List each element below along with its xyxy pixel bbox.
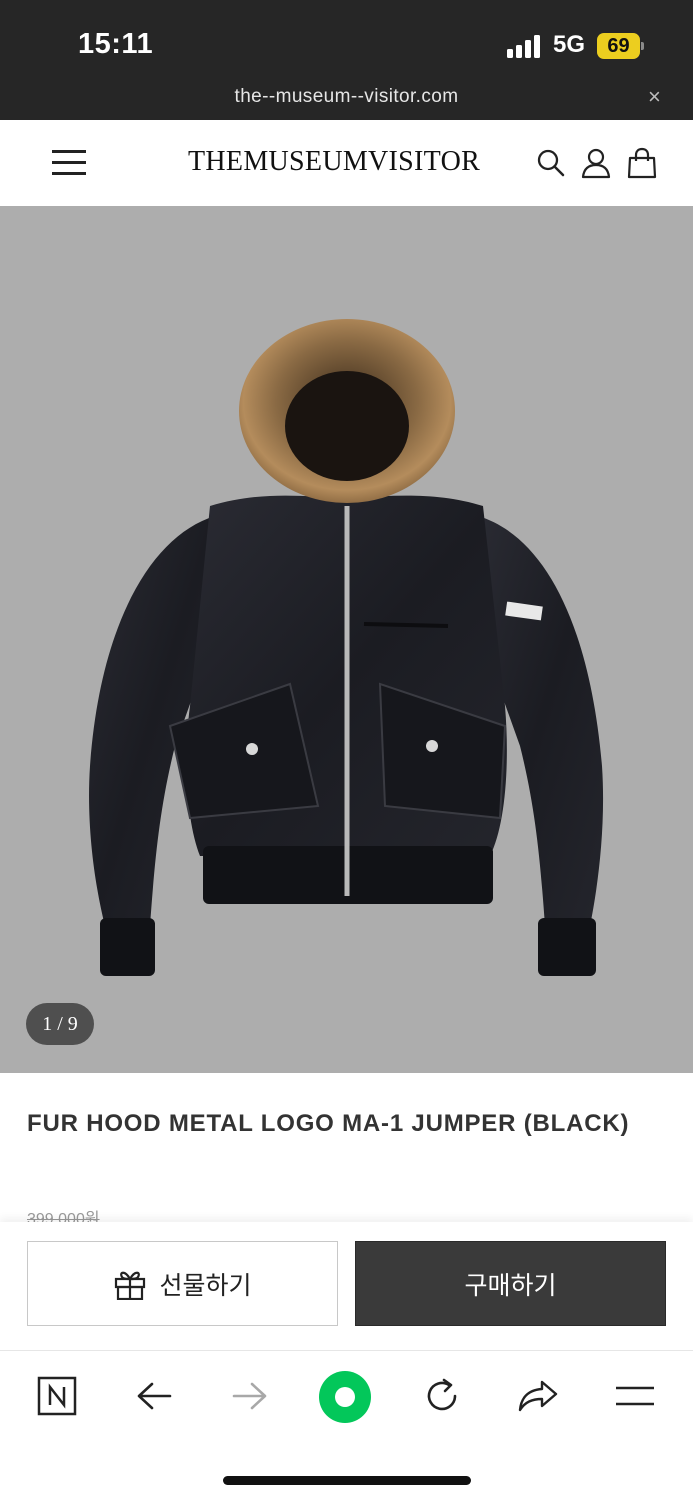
product-image-gallery[interactable]: [0, 206, 693, 1073]
reload-icon[interactable]: [412, 1371, 472, 1421]
image-counter: 1 / 9: [26, 1003, 94, 1045]
close-icon[interactable]: ×: [648, 84, 661, 110]
forward-arrow-icon[interactable]: [220, 1371, 280, 1421]
account-icon[interactable]: [580, 147, 612, 179]
back-arrow-icon[interactable]: [124, 1371, 184, 1421]
purchase-action-bar: 선물하기 구매하기: [0, 1222, 693, 1350]
status-time: 15:11: [78, 28, 154, 60]
buy-button[interactable]: 구매하기: [355, 1241, 666, 1326]
product-title: FUR HOOD METAL LOGO MA-1 JUMPER (BLACK): [27, 1110, 630, 1137]
search-icon[interactable]: [535, 147, 567, 179]
product-photo-jacket: [89, 319, 604, 976]
menu-icon[interactable]: [52, 148, 86, 176]
naver-n-icon[interactable]: [27, 1371, 87, 1421]
site-header: THEMUSEUMVISITOR: [0, 120, 693, 206]
status-bar: 15:11 5G 69 the--museum--visitor.com ×: [0, 0, 693, 120]
home-indicator[interactable]: [223, 1476, 471, 1485]
battery-icon: 69: [597, 33, 644, 59]
brand-logo[interactable]: THEMUSEUMVISITOR: [188, 146, 480, 178]
battery-level: 69: [597, 33, 640, 59]
cellular-signal-icon: [507, 34, 543, 58]
shopping-bag-icon[interactable]: [626, 147, 658, 179]
network-type: 5G: [553, 31, 586, 58]
gift-button[interactable]: 선물하기: [27, 1241, 338, 1326]
address-bar-url[interactable]: the--museum--visitor.com: [0, 86, 693, 108]
menu-lines-icon[interactable]: [605, 1371, 665, 1421]
gift-button-label: 선물하기: [159, 1271, 252, 1300]
buy-button-label: 구매하기: [464, 1271, 557, 1300]
green-circle-icon[interactable]: [315, 1366, 375, 1428]
share-icon[interactable]: [508, 1371, 568, 1421]
gift-icon: [115, 1271, 146, 1300]
